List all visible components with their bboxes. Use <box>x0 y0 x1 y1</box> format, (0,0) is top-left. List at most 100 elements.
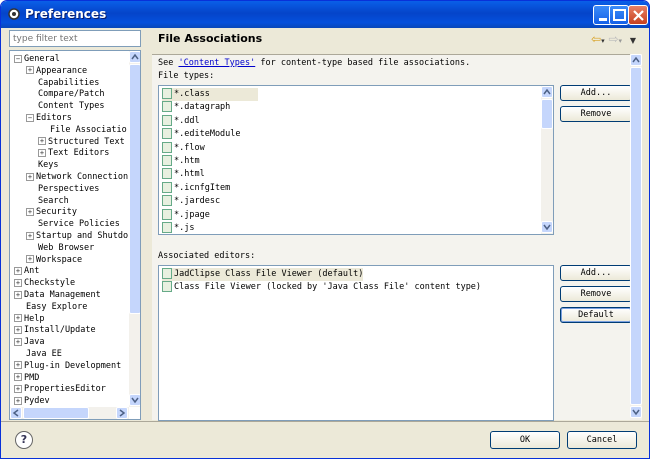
tree-item-label: Search <box>38 195 69 206</box>
forward-arrow-icon[interactable]: ⇨ <box>608 32 618 46</box>
expand-icon[interactable]: + <box>14 290 22 299</box>
back-arrow-icon[interactable]: ⇦ <box>591 32 601 46</box>
list-item[interactable]: *.js <box>162 222 194 234</box>
tree-item[interactable]: Search <box>26 195 69 207</box>
tree-item[interactable]: Web Browser <box>26 242 94 254</box>
expand-icon[interactable]: + <box>38 148 46 157</box>
file-types-scrollbar[interactable] <box>541 86 553 234</box>
expand-icon[interactable]: + <box>14 361 22 370</box>
expand-icon[interactable]: + <box>26 172 34 181</box>
remove-file-type-button[interactable]: Remove <box>560 106 632 122</box>
file-types-list[interactable]: *.class *.datagraph *.ddl *.editeModule *.fl… <box>158 85 554 235</box>
list-item[interactable]: *.flow <box>162 141 205 155</box>
associated-editors-list[interactable]: JadClipse Class File Viewer (default) Cla… <box>158 265 554 421</box>
preference-tree[interactable]: − General + Appearance Capabilities Compare/P… <box>9 50 141 420</box>
tree-item[interactable]: + Workspace <box>26 254 82 266</box>
back-menu-icon[interactable]: ▾ <box>601 37 605 45</box>
tree-item[interactable]: + Startup and Shutdo <box>26 230 128 242</box>
remove-editor-button[interactable]: Remove <box>560 286 632 302</box>
tree-item[interactable]: + Help <box>14 313 44 325</box>
tree-item[interactable]: Compare/Patch <box>26 88 105 100</box>
scroll-thumb[interactable] <box>630 67 642 405</box>
close-button[interactable] <box>628 5 648 25</box>
scroll-right-button[interactable] <box>116 407 128 419</box>
help-icon[interactable]: ? <box>15 431 33 449</box>
scroll-thumb[interactable] <box>541 99 553 129</box>
list-item[interactable]: *.class <box>162 88 258 101</box>
tree-item[interactable]: + Ant <box>14 265 39 277</box>
tree-item[interactable]: Capabilities <box>26 77 99 89</box>
expand-icon[interactable]: + <box>14 396 22 405</box>
add-editor-button[interactable]: Add... <box>560 265 632 281</box>
expand-icon[interactable]: + <box>14 373 22 382</box>
view-menu-icon[interactable]: ▼ <box>630 36 636 45</box>
tree-item[interactable]: Perspectives <box>26 183 99 195</box>
collapse-icon[interactable]: − <box>26 113 34 122</box>
default-editor-button[interactable]: Default <box>560 307 632 323</box>
content-types-link[interactable]: 'Content Types' <box>178 58 255 68</box>
scroll-up-button[interactable] <box>541 86 553 98</box>
list-item[interactable]: Class File Viewer (locked by 'Java Class… <box>162 281 481 294</box>
expand-icon[interactable]: + <box>14 278 22 287</box>
list-item[interactable]: *.datagraph <box>162 101 230 114</box>
add-file-type-button[interactable]: Add... <box>560 85 632 101</box>
list-item[interactable]: JadClipse Class File Viewer (default) <box>162 268 364 281</box>
list-item[interactable]: *.ddl <box>162 114 200 128</box>
scroll-down-button[interactable] <box>541 221 553 233</box>
tree-item[interactable]: − Editors <box>26 112 72 124</box>
list-item[interactable]: *.editeModule <box>162 128 241 141</box>
tree-item[interactable]: + PropertiesEditor <box>14 383 106 395</box>
title-bar[interactable]: Preferences <box>1 1 649 28</box>
expand-icon[interactable]: + <box>26 255 34 264</box>
ok-button[interactable]: OK <box>490 431 560 449</box>
scroll-left-button[interactable] <box>10 407 22 419</box>
scroll-up-button[interactable] <box>630 54 642 66</box>
tree-vertical-scrollbar[interactable] <box>129 51 140 407</box>
scroll-up-button[interactable] <box>129 51 140 63</box>
filter-input[interactable] <box>9 30 141 47</box>
expand-icon[interactable]: + <box>14 337 22 346</box>
list-item[interactable]: *.html <box>162 168 205 181</box>
expand-icon[interactable]: + <box>38 137 46 146</box>
scroll-down-button[interactable] <box>630 406 642 418</box>
hscroll-thumb[interactable] <box>23 407 89 419</box>
expand-icon[interactable]: + <box>26 207 34 216</box>
tree-item[interactable]: + PMD <box>14 372 39 384</box>
tree-item[interactable]: Keys <box>26 159 58 171</box>
tree-item[interactable]: + Java <box>14 336 44 348</box>
tree-horizontal-scrollbar[interactable] <box>10 407 129 419</box>
list-item[interactable]: *.htm <box>162 155 200 168</box>
expand-icon[interactable]: + <box>14 266 22 275</box>
tree-item[interactable]: Service Policies <box>26 218 120 230</box>
tree-item[interactable]: + Security <box>26 206 77 218</box>
expand-icon[interactable]: + <box>26 66 34 75</box>
tree-item[interactable]: File Associatio <box>38 124 127 136</box>
tree-item[interactable]: Java EE <box>14 348 62 360</box>
tree-item[interactable]: + Plug-in Development <box>14 360 121 372</box>
tree-item[interactable]: + Checkstyle <box>14 277 75 289</box>
scroll-down-button[interactable] <box>129 394 140 406</box>
scroll-thumb[interactable] <box>129 64 140 314</box>
expand-icon[interactable]: + <box>14 314 22 323</box>
expand-icon[interactable]: + <box>26 231 34 240</box>
expand-icon[interactable]: + <box>14 384 22 393</box>
forward-menu-icon[interactable]: ▾ <box>619 37 623 45</box>
tree-item[interactable]: + Structured Text <box>38 136 125 148</box>
tree-item[interactable]: Content Types <box>26 100 105 112</box>
tree-item[interactable]: Easy Explore <box>14 301 87 313</box>
page-vertical-scrollbar[interactable] <box>630 54 642 420</box>
tree-item[interactable]: + Install/Update <box>14 324 96 336</box>
tree-item[interactable]: + Data Management <box>14 289 101 301</box>
cancel-button[interactable]: Cancel <box>567 431 637 449</box>
tree-item[interactable]: + Pydev <box>14 395 50 407</box>
expand-icon[interactable]: + <box>14 325 22 334</box>
tree-item[interactable]: + Appearance <box>26 65 87 77</box>
tree-item[interactable]: + Network Connection <box>26 171 128 183</box>
list-item[interactable]: *.icnfgItem <box>162 181 230 195</box>
tree-item[interactable]: + Text Editors <box>38 147 109 159</box>
collapse-icon[interactable]: − <box>14 54 22 63</box>
list-item[interactable]: *.jardesc <box>162 195 220 208</box>
maximize-button[interactable] <box>609 5 629 25</box>
tree-item[interactable]: − General <box>14 53 60 65</box>
list-item[interactable]: *.jpage <box>162 208 210 222</box>
